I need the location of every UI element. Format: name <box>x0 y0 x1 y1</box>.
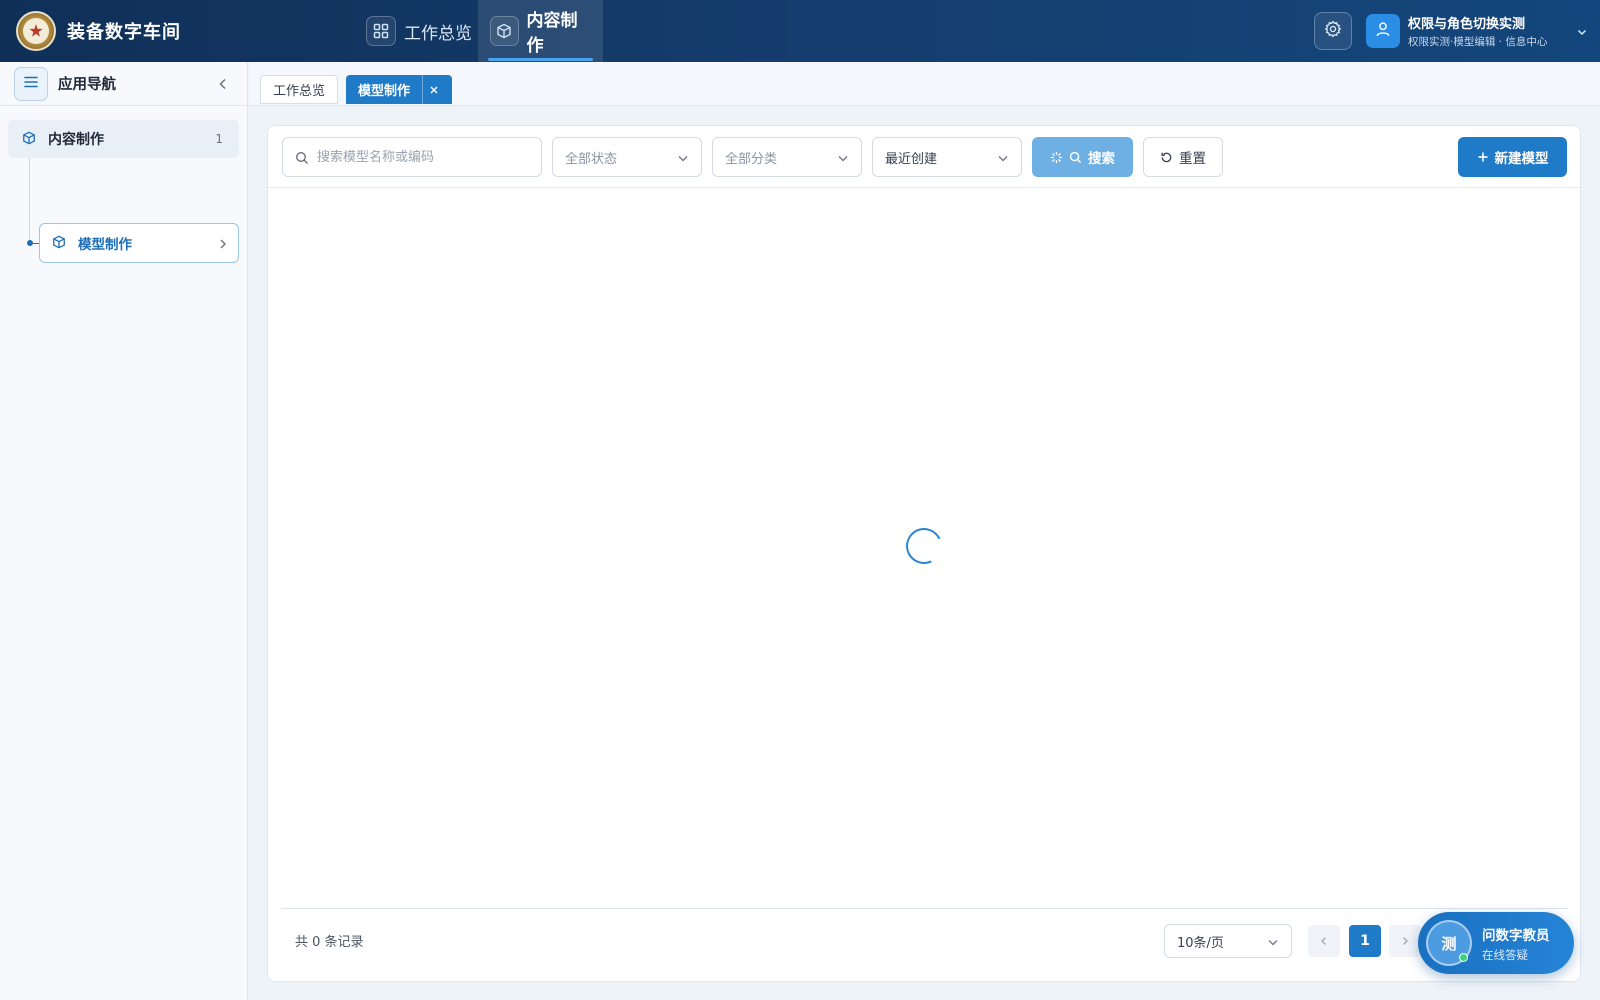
new-model-button-label: 新建模型 <box>1494 151 1549 167</box>
chevron-left-icon <box>1319 932 1329 951</box>
status-select[interactable]: 全部状态 <box>552 137 702 177</box>
sidebar-group-label: 内容制作 <box>48 132 104 148</box>
main-panel: 全部状态 全部分类 最近创建 <box>267 125 1581 982</box>
app-logo <box>16 11 56 51</box>
cube-icon <box>22 130 36 149</box>
chevron-down-icon <box>677 152 689 168</box>
category-select-value: 全部分类 <box>725 151 778 167</box>
chevron-down-icon <box>1576 23 1588 42</box>
new-model-button[interactable]: 新建模型 <box>1458 137 1567 177</box>
next-page-button[interactable] <box>1389 925 1421 957</box>
user-menu[interactable]: 权限与角色切换实测 权限实测·模型编辑 · 信息中心 <box>1366 9 1588 53</box>
page-size-value: 10条/页 <box>1177 935 1224 951</box>
chevron-right-icon <box>218 236 228 255</box>
search-button[interactable]: 搜索 <box>1032 137 1133 177</box>
assistant-title: 问数字教员 <box>1482 927 1550 944</box>
sidebar-group-count: 1 <box>215 132 223 146</box>
star-emblem-icon <box>29 24 43 37</box>
gear-icon <box>1324 20 1342 42</box>
online-status-dot <box>1459 953 1468 962</box>
filter-toolbar: 全部状态 全部分类 最近创建 <box>268 126 1580 188</box>
user-name: 权限与角色切换实测 <box>1408 17 1526 32</box>
user-avatar <box>1366 14 1400 48</box>
sidebar-title: 应用导航 <box>58 77 116 93</box>
record-count: 共 0 条记录 <box>295 935 364 950</box>
page-number-button[interactable]: 1 <box>1349 925 1381 957</box>
prev-page-button[interactable] <box>1308 925 1340 957</box>
page-size-select[interactable]: 10条/页 <box>1164 924 1292 958</box>
search-input[interactable] <box>317 146 532 168</box>
grid-icon <box>366 16 396 46</box>
collapse-sidebar-icon[interactable] <box>217 76 229 95</box>
loading-spinner <box>900 522 948 570</box>
close-icon[interactable] <box>422 75 444 104</box>
sidebar-header: 应用导航 <box>0 62 247 106</box>
app-title: 装备数字车间 <box>67 22 181 43</box>
user-subtitle: 权限实测·模型编辑 · 信息中心 <box>1408 36 1548 48</box>
chevron-right-icon <box>1400 932 1410 951</box>
refresh-icon <box>1160 151 1173 164</box>
assistant-avatar: 测 <box>1426 920 1472 966</box>
search-field[interactable] <box>282 137 542 177</box>
nav-tab-overview-label: 工作总览 <box>404 23 472 44</box>
reset-button-label: 重置 <box>1179 151 1206 167</box>
tab-overview[interactable]: 工作总览 <box>260 75 339 104</box>
search-icon <box>1069 151 1082 164</box>
sidebar-item-label: 模型制作 <box>78 237 132 253</box>
page-tabs: 工作总览 模型制作 <box>249 62 1600 106</box>
status-select-value: 全部状态 <box>565 151 618 167</box>
assistant-subtitle: 在线答疑 <box>1482 947 1528 962</box>
sidebar: 应用导航 内容制作 1 模型制作 <box>0 62 248 1000</box>
nav-tab-content-label: 内容制作 <box>526 11 578 56</box>
sort-select[interactable]: 最近创建 <box>872 137 1022 177</box>
chevron-down-icon <box>837 152 849 168</box>
assistant-avatar-text: 测 <box>1441 934 1457 953</box>
search-button-label: 搜索 <box>1088 151 1115 167</box>
nav-tab-overview[interactable]: 工作总览 <box>354 0 484 62</box>
category-select[interactable]: 全部分类 <box>712 137 862 177</box>
digital-instructor-assistant[interactable]: 测 问数字教员 在线答疑 <box>1418 912 1574 974</box>
sidebar-item-model[interactable]: 模型制作 <box>39 223 239 263</box>
footer-divider <box>281 908 1568 909</box>
top-header: 装备数字车间 工作总览 内容制作 权限与角色切换实测 权限实测·模型编辑 · 信… <box>0 0 1600 62</box>
nav-tab-content[interactable]: 内容制作 <box>478 0 603 62</box>
menu-toggle-button[interactable] <box>14 66 48 101</box>
settings-button[interactable] <box>1314 12 1352 50</box>
sort-select-value: 最近创建 <box>885 151 938 167</box>
tab-model[interactable]: 模型制作 <box>346 75 453 104</box>
sidebar-group-content[interactable]: 内容制作 1 <box>8 120 239 158</box>
chevron-down-icon <box>1267 936 1279 952</box>
chevron-down-icon <box>997 152 1009 168</box>
reset-button[interactable]: 重置 <box>1143 137 1223 177</box>
tree-connector-stub <box>30 243 39 244</box>
cube-icon <box>490 16 519 46</box>
search-icon <box>295 150 309 169</box>
loading-spinner-icon <box>1050 151 1063 164</box>
tree-connector <box>29 158 30 242</box>
cube-icon <box>52 234 66 253</box>
tab-model-label: 模型制作 <box>358 84 411 99</box>
hamburger-icon <box>23 74 39 93</box>
user-icon <box>1374 20 1392 42</box>
plus-icon <box>1477 151 1489 163</box>
model-list-area <box>268 188 1580 893</box>
tab-overview-label: 工作总览 <box>273 84 326 99</box>
